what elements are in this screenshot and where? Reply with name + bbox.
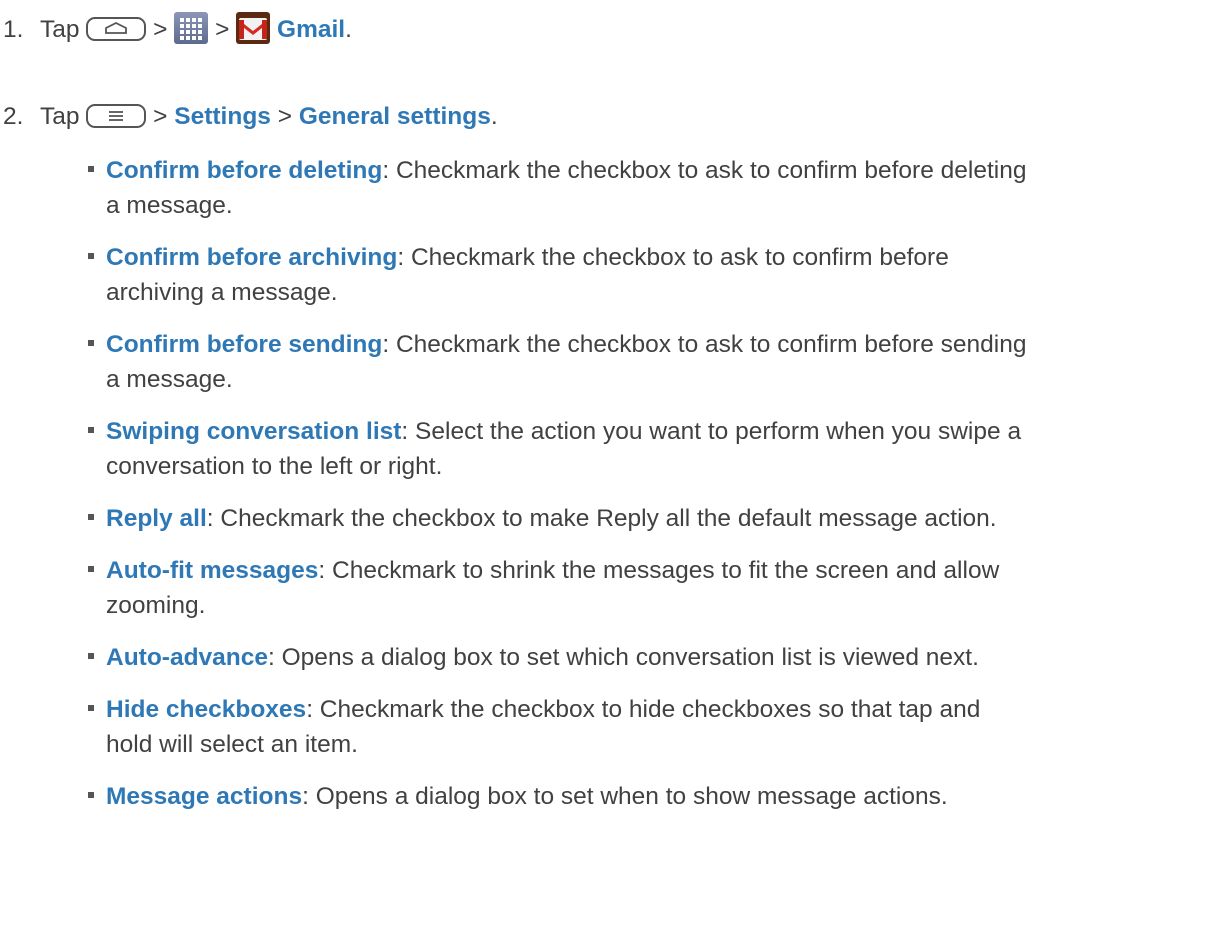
- setting-term: Swiping conversation list: [106, 418, 402, 445]
- separator: >: [215, 16, 230, 43]
- bullet-icon: [88, 427, 94, 433]
- setting-term: Confirm before archiving: [106, 244, 398, 271]
- step-text: Tap > > Gmail.: [40, 12, 352, 47]
- bullet-icon: [88, 253, 94, 259]
- setting-term: Hide checkboxes: [106, 696, 307, 723]
- bullet-icon: [88, 166, 94, 172]
- bullet-icon: [88, 653, 94, 659]
- setting-desc-cont: archiving a message.: [106, 279, 338, 306]
- step-number: 1.: [3, 16, 24, 43]
- setting-term: Reply all: [106, 505, 207, 532]
- setting-desc: : Checkmark the checkbox to ask to confi…: [382, 331, 1027, 358]
- setting-desc: : Checkmark the checkbox to make Reply a…: [206, 505, 997, 532]
- setting-term: Auto-fit messages: [106, 557, 319, 584]
- setting-desc-cont: zooming.: [106, 592, 206, 619]
- setting-desc-cont: a message.: [106, 366, 233, 393]
- tap-word: Tap: [40, 16, 80, 43]
- home-key-icon: [86, 17, 147, 41]
- step-text: Tap > Settings > General settings.: [40, 99, 498, 134]
- setting-desc: : Checkmark the checkbox to ask to confi…: [397, 244, 949, 271]
- separator: >: [277, 103, 293, 130]
- setting-desc-cont: a message.: [106, 192, 233, 219]
- setting-desc: : Checkmark to shrink the messages to fi…: [318, 557, 1000, 584]
- period: .: [490, 103, 498, 130]
- setting-desc: : Checkmark the checkbox to ask to confi…: [382, 157, 1027, 184]
- separator: >: [153, 103, 168, 130]
- setting-term: Confirm before deleting: [106, 157, 383, 184]
- bullet-icon: [88, 566, 94, 572]
- bullet-icon: [88, 340, 94, 346]
- setting-desc: : Opens a dialog box to set which conver…: [268, 644, 979, 671]
- setting-desc: : Checkmark the checkbox to hide checkbo…: [306, 696, 981, 723]
- general-settings-label: General settings: [298, 103, 491, 130]
- menu-key-icon: [86, 104, 147, 128]
- step-number: 2.: [3, 103, 24, 130]
- setting-term: Auto-advance: [106, 644, 269, 671]
- bullet-icon: [88, 514, 94, 520]
- separator: >: [153, 16, 168, 43]
- setting-term: Message actions: [106, 783, 303, 810]
- setting-desc-cont: conversation to the left or right.: [106, 453, 443, 480]
- tap-word: Tap: [40, 103, 80, 130]
- gmail-label: Gmail: [277, 16, 346, 43]
- bullet-icon: [88, 705, 94, 711]
- apps-grid-icon: [174, 12, 209, 44]
- gmail-icon: [236, 12, 271, 44]
- setting-desc: : Opens a dialog box to set when to show…: [302, 783, 948, 810]
- setting-term: Confirm before sending: [106, 331, 383, 358]
- period: .: [345, 16, 352, 43]
- document-page: 1. Tap > > Gmail. 2. Tap > Settings > Ge…: [0, 0, 1219, 948]
- settings-label: Settings: [174, 103, 271, 130]
- setting-desc-cont: hold will select an item.: [106, 731, 358, 758]
- setting-desc: : Select the action you want to perform …: [401, 418, 1022, 445]
- bullet-icon: [88, 792, 94, 798]
